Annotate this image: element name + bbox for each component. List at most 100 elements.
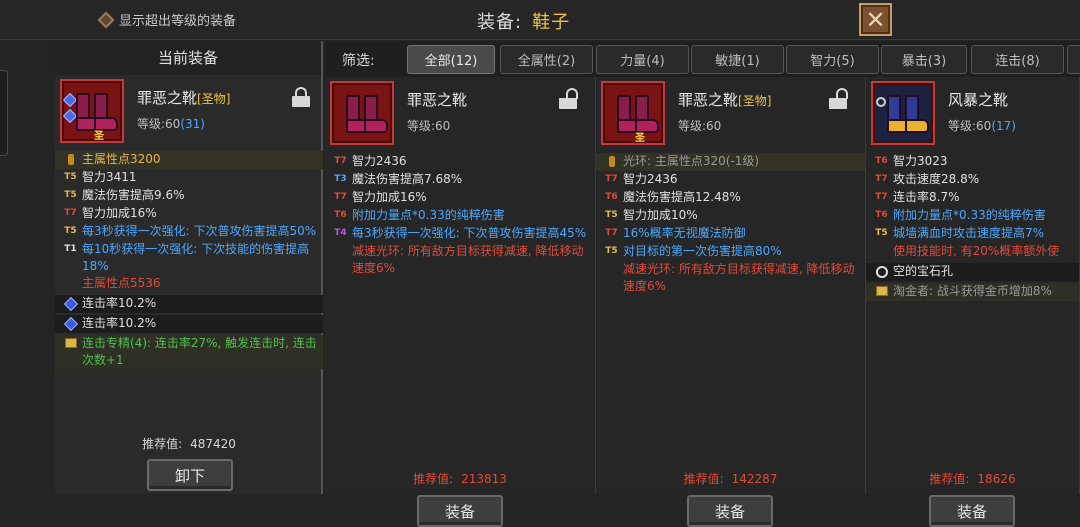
equip-button[interactable]: 装备	[417, 495, 503, 527]
stat-text: 魔法伤害提高12.48%	[623, 190, 741, 204]
show-over-level-label: 显示超出等级的装备	[119, 14, 237, 29]
stat-row: 淘金者: 战斗获得金币增加8%	[866, 283, 1079, 301]
stat-row: T6 魔法伤害提高12.48%	[596, 189, 865, 207]
stat-icon	[59, 335, 82, 348]
boot-icon	[364, 95, 388, 133]
item-tag: [圣物]	[197, 92, 231, 106]
equip-button[interactable]: 装备	[687, 495, 773, 527]
stat-tier: T6	[334, 210, 347, 220]
boot-icon	[94, 93, 118, 131]
stat-text: 减速光环: 所有敌方目标获得减速, 降低移动速度6%	[352, 244, 584, 275]
item-level-text: 等级:60	[948, 119, 992, 133]
stat-tier: T5	[64, 190, 77, 200]
stat-tier: T5	[64, 172, 77, 182]
item-name-text: 罪恶之靴	[407, 91, 468, 109]
item-icon[interactable]	[330, 81, 394, 145]
unlock-icon[interactable]	[559, 88, 578, 109]
stat-tier: T7	[605, 228, 618, 238]
unlock-icon[interactable]	[829, 88, 848, 109]
stat-text: 智力加成10%	[623, 208, 698, 222]
recommend-value: 推荐值: 487420	[55, 435, 323, 452]
item-level-bonus: (31)	[180, 117, 205, 131]
stat-row: T7 智力加成16%	[325, 189, 595, 207]
boot-icon	[617, 95, 641, 133]
stat-row: T7 智力2436	[325, 153, 595, 171]
holy-mark: 圣	[94, 131, 104, 142]
stat-tier: T7	[64, 208, 77, 218]
stat-row: 光环: 主属性点320(-1级)	[596, 153, 865, 171]
gem-icon	[63, 316, 78, 332]
boot-icon	[635, 95, 659, 133]
filter-tab[interactable]: 智力(5)	[786, 45, 879, 74]
filter-tab[interactable]: 全部(12)	[407, 45, 495, 74]
item-level-bonus: (17)	[991, 119, 1016, 133]
filter-tab[interactable]: 全属性(2)	[500, 45, 593, 74]
unequip-button[interactable]: 卸下	[147, 459, 233, 491]
stat-text: 智力3023	[893, 154, 948, 168]
stat-list: T7 智力2436 T3 魔法伤害提高7.68% T7 智力加成16% T6 附加力量点*0.…	[325, 153, 595, 277]
stat-row: T6 附加力量点*0.33的纯粹伤害	[866, 207, 1079, 225]
stat-text: 智力加成16%	[82, 206, 157, 220]
stat-icon	[870, 283, 893, 296]
stat-tier: T5	[605, 246, 618, 256]
stat-tier: T3	[334, 174, 347, 184]
filter-tab[interactable]: 敏捷(1)	[691, 45, 784, 74]
current-equipment-header: 当前装备	[55, 41, 321, 75]
item-level-text: 等级:60	[407, 119, 451, 133]
stat-text: 附加力量点*0.33的纯粹伤害	[893, 208, 1046, 222]
item-name-text: 风暴之靴	[948, 91, 1009, 109]
item-name: 风暴之靴	[948, 89, 1008, 110]
filter-tab[interactable]: 连击(8)	[971, 45, 1064, 74]
stat-row: T7 攻击速度28.8%	[866, 171, 1079, 189]
stat-row: T6 附加力量点*0.33的纯粹伤害	[325, 207, 595, 225]
item-level-text: 等级:60	[678, 119, 722, 133]
stat-list: 光环: 主属性点320(-1级) T7 智力2436 T6 魔法伤害提高12.48% T5…	[596, 153, 865, 295]
stat-tier: T6	[605, 192, 618, 202]
close-icon: ✕	[865, 5, 886, 34]
item-name-text: 罪恶之靴	[137, 89, 198, 107]
candidate-equipment-panel: 筛选: 全部(12) 全属性(2) 力量(4) 敏捷(1) 智力(5) 暴击(3) 连击(8…	[325, 41, 1080, 527]
stat-tier: T5	[64, 226, 77, 236]
stat-row: 连击率10.2%	[55, 315, 323, 333]
side-tab-handle[interactable]	[0, 70, 8, 156]
stat-row: 主属性点3200	[55, 151, 323, 169]
stat-text: 每3秒获得一次强化: 下次普攻伤害提高45%	[352, 226, 587, 240]
show-over-level-toggle[interactable]: 显示超出等级的装备	[97, 10, 237, 29]
filter-tab[interactable]: 力量(4)	[596, 45, 689, 74]
item-icon[interactable]	[871, 81, 935, 145]
stat-text: 连击专精(4): 连击率27%, 触发连击时, 连击次数+1	[82, 336, 317, 367]
empty-socket-icon	[876, 97, 886, 107]
close-button[interactable]: ✕	[859, 3, 892, 36]
stat-row: T7 智力2436	[596, 171, 865, 189]
stat-text: 主属性点3200	[82, 152, 161, 166]
recommend-label: 推荐值:	[683, 472, 724, 486]
lock-icon[interactable]	[292, 87, 310, 107]
stat-tier: T7	[875, 192, 888, 202]
stat-row: T7 16%概率无视魔法防御	[596, 225, 865, 243]
recommend-number: 213813	[461, 472, 507, 486]
item-name-text: 罪恶之靴	[678, 91, 739, 109]
gem-icon	[63, 296, 78, 312]
page-title: 装备: 鞋子	[477, 8, 570, 34]
stat-row: T5 每3秒获得一次强化: 下次普攻伤害提高50%	[55, 223, 323, 241]
title-label: 装备:	[477, 12, 523, 33]
filter-tab[interactable]: 暴击(3)	[881, 45, 967, 74]
top-bar: 显示超出等级的装备 装备: 鞋子 ✕	[0, 0, 1080, 40]
stat-tier: T7	[334, 192, 347, 202]
equip-button[interactable]: 装备	[929, 495, 1015, 527]
stat-row: T3 魔法伤害提高7.68%	[325, 171, 595, 189]
item-icon[interactable]: 圣	[60, 79, 124, 143]
recommend-label: 推荐值:	[142, 437, 183, 451]
candidate-item-card: 圣 罪恶之靴[圣物] 等级:60 光环: 主属性点320(-1级) T7 智力2436 T6…	[596, 77, 866, 527]
item-icon[interactable]: 圣	[601, 81, 665, 145]
stat-row: T7 连击率8.7%	[866, 189, 1079, 207]
stat-row: T5 城墙满血时攻击速度提高7%	[866, 225, 1079, 243]
recommend-value: 推荐值: 142287	[596, 470, 865, 487]
stat-icon	[59, 295, 82, 312]
filter-tab[interactable]	[1067, 45, 1080, 74]
recommend-value: 推荐值: 213813	[325, 470, 595, 487]
checkbox-diamond-icon[interactable]	[97, 11, 115, 28]
candidate-item-card: 风暴之靴 等级:60(17) T6 智力3023 T7 攻击速度28.8% T7 连击率8.7…	[866, 77, 1080, 527]
boot-icon	[346, 95, 370, 133]
title-slot-value: 鞋子	[532, 12, 571, 33]
